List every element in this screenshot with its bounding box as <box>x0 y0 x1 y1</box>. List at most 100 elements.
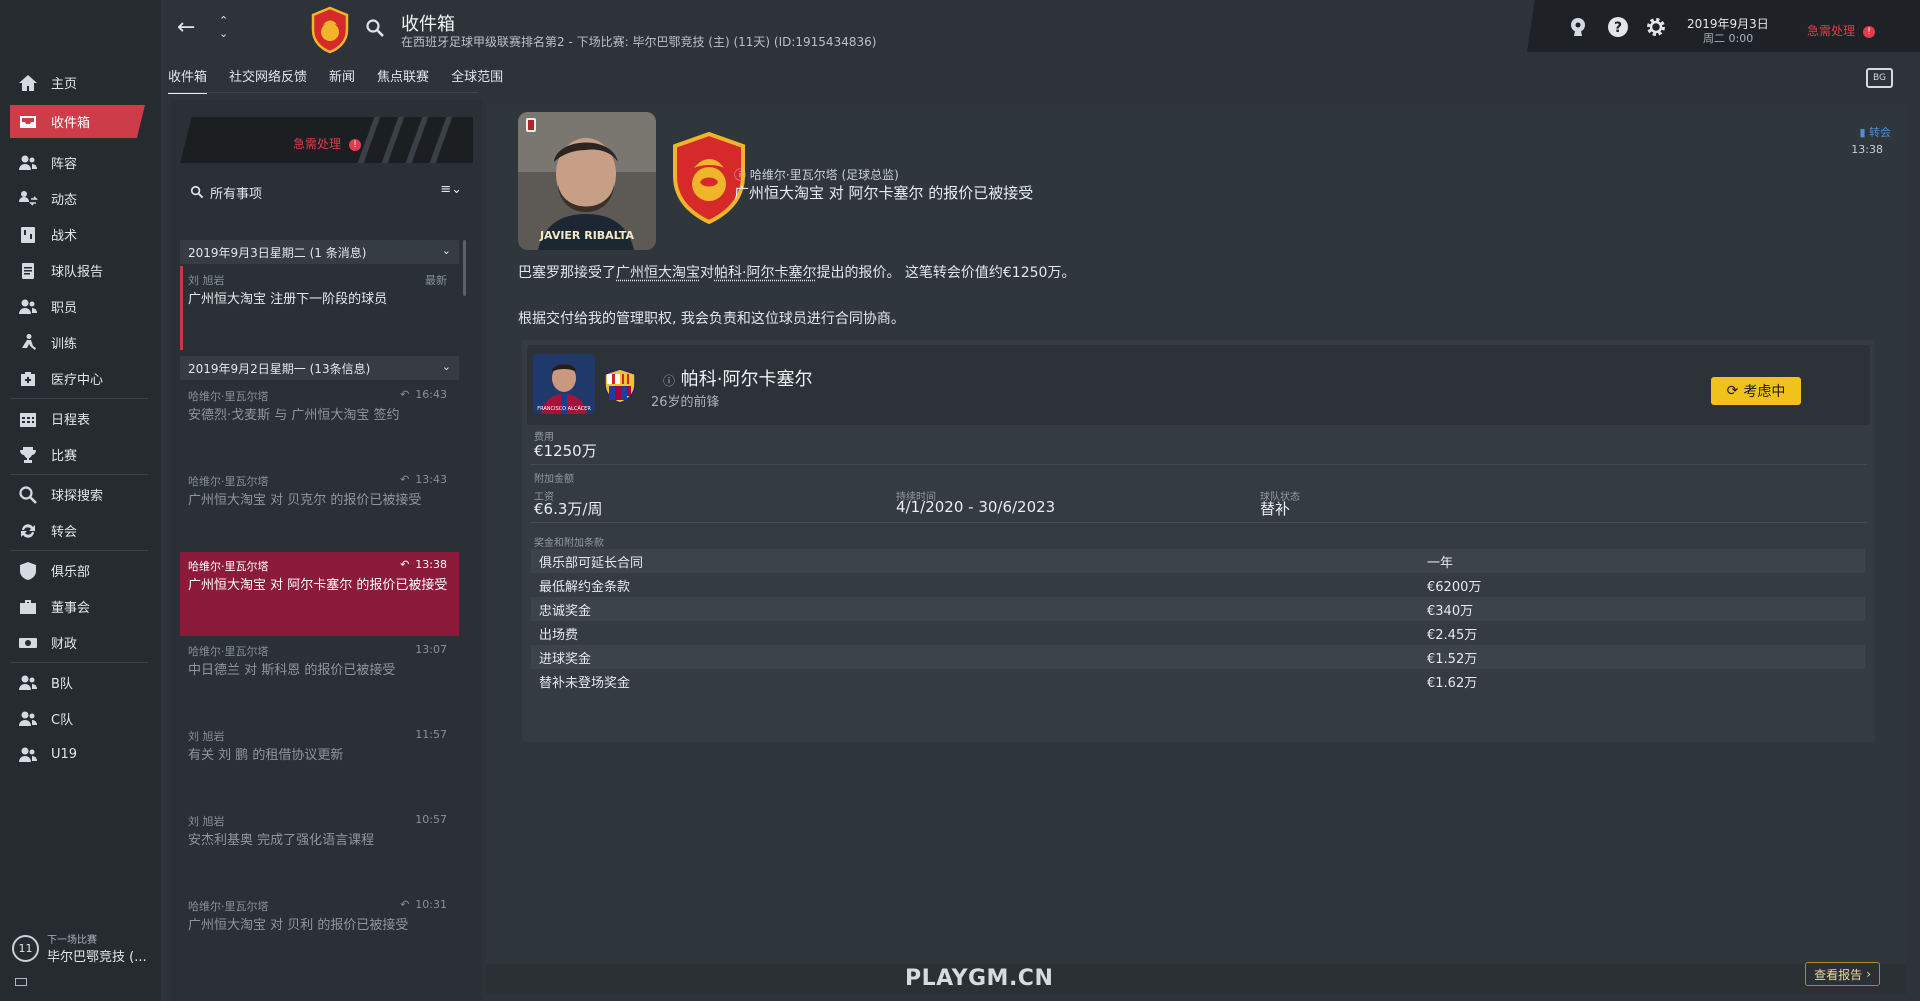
next-match[interactable]: 11 下一场比赛 毕尔巴鄂竞技 (... <box>12 930 157 966</box>
watermark: PLAYGM.CN <box>905 966 1054 991</box>
sender-photo-caption: JAVIER RIBALTA <box>539 229 635 242</box>
sidebar-item-inbox[interactable]: 收件箱 <box>10 105 145 138</box>
sidebar-item-medical[interactable]: 医疗中心 <box>10 362 145 395</box>
table-row: 进球奖金 €1.52万 <box>531 645 1865 669</box>
alert-icon: ! <box>1863 26 1876 38</box>
fcb-crest-icon[interactable] <box>603 368 637 408</box>
list-item[interactable]: 哈维尔·里瓦尔塔 ↶ 10:31 广州恒大淘宝 对 贝利 的报价已被接受 <box>180 892 459 976</box>
trophy-ball-icon[interactable] <box>1567 16 1589 38</box>
sidebar-item-label: B队 <box>51 677 73 692</box>
team-c-icon <box>15 709 41 729</box>
sidebar-item-club[interactable]: 俱乐部 <box>10 554 145 587</box>
sidebar-item-squad[interactable]: 阵容 <box>10 146 145 179</box>
player-header: FRANCISCO ALCÁCER ⓘ 帕科·阿尔卡塞尔 26岁的前锋 ⟳ 考虑中 <box>527 345 1870 425</box>
search-icon <box>190 185 204 199</box>
sender-line[interactable]: ⓘ 哈维尔·里瓦尔塔 (足球总监) <box>734 166 899 183</box>
sender-photo[interactable]: JAVIER RIBALTA <box>518 112 656 250</box>
next-match-label: 下一场比赛 <box>47 935 97 946</box>
sidebar-item-label: 财政 <box>51 637 78 652</box>
list-item[interactable]: 哈维尔·里瓦尔塔 ↶ 13:43 广州恒大淘宝 对 贝克尔 的报价已被接受 <box>180 467 459 551</box>
player-photo[interactable]: FRANCISCO ALCÁCER <box>533 354 595 414</box>
chevron-right-icon: › <box>1866 967 1871 981</box>
inbox-filter[interactable]: 所有事项 ≡⌄ <box>190 180 470 204</box>
staff-icon <box>15 297 41 317</box>
home-icon <box>15 73 41 93</box>
sidebar-item-schedule[interactable]: 日程表 <box>10 402 145 435</box>
training-icon <box>15 333 41 353</box>
list-item[interactable]: 哈维尔·里瓦尔塔 ↶ 16:43 安德烈·戈麦斯 与 广州恒大淘宝 签约 <box>180 382 459 466</box>
tab-news[interactable]: 新闻 <box>329 66 355 94</box>
tag-icon: ▮ <box>1859 126 1866 139</box>
sidebar-item-team-report[interactable]: 球队报告 <box>10 254 145 287</box>
sidebar-item-home[interactable]: 主页 <box>10 66 145 99</box>
player-photo-caption: FRANCISCO ALCÁCER <box>537 406 591 412</box>
message-body-line1: 巴塞罗那接受了广州恒大淘宝对帕科·阿尔卡塞尔提出的报价。 这笔转会价值约€125… <box>518 265 1076 281</box>
tab-social-feedback[interactable]: 社交网络反馈 <box>229 66 307 94</box>
inbox-list-panel: 急需处理! 所有事项 ≡⌄ 2019年9月3日星期二 (1 条消息) ⌄ 刘 旭岩… <box>170 100 482 1001</box>
sidebar-item-label: 球队报告 <box>51 265 104 280</box>
sidebar-item-scouting[interactable]: 球探搜索 <box>10 478 145 511</box>
minimize-icon[interactable] <box>15 978 27 986</box>
player-name[interactable]: ⓘ 帕科·阿尔卡塞尔 <box>663 365 812 391</box>
list-item[interactable]: 刘 旭岩 10:57 安杰利基奥 完成了强化语言课程 <box>180 807 459 891</box>
club-link[interactable]: 广州恒大淘宝 <box>616 265 700 281</box>
search-icon[interactable] <box>365 18 385 42</box>
help-icon[interactable]: ? <box>1607 16 1629 38</box>
list-scrollbar[interactable] <box>463 240 466 296</box>
board-icon <box>15 597 41 617</box>
sidebar-item-board[interactable]: 董事会 <box>10 590 145 623</box>
list-item-selected[interactable]: 哈维尔·里瓦尔塔 ↶ 13:38 广州恒大淘宝 对 阿尔卡塞尔 的报价已被接受 <box>180 552 459 636</box>
table-row: 替补未登场奖金 €1.62万 <box>539 675 1478 691</box>
club-icon <box>15 561 41 581</box>
sidebar-item-label: 日程表 <box>51 413 91 428</box>
current-day-time: 周二 0:00 <box>1703 32 1754 45</box>
list-item[interactable]: 刘 旭岩 11:57 有关 刘 鹏 的租借协议更新 <box>180 722 459 806</box>
sidebar-item-staff[interactable]: 职员 <box>10 290 145 323</box>
sidebar-item-label: 医疗中心 <box>51 373 104 388</box>
list-item[interactable]: 刘 旭岩 最新 广州恒大淘宝 注册下一阶段的球员 <box>180 266 459 350</box>
message-detail: JAVIER RIBALTA ⓘ 哈维尔·里瓦尔塔 (足球总监) 广州恒大淘宝 … <box>486 104 1906 994</box>
sidebar-item-tactics[interactable]: 战术 <box>10 218 145 251</box>
bonus-label: 奖金和附加条款 <box>534 538 604 549</box>
tab-focus-leagues[interactable]: 焦点联赛 <box>377 66 429 94</box>
sidebar-item-u19[interactable]: U19 <box>10 738 145 771</box>
history-updown-icon[interactable]: ⌃ ⌄ <box>219 14 228 40</box>
menu-chevron-icon[interactable]: ≡⌄ <box>440 182 462 197</box>
message-category[interactable]: ▮ 转会 <box>1859 124 1891 140</box>
date-group-header[interactable]: 2019年9月2日星期一 (13条信息) ⌄ <box>180 356 459 380</box>
filter-label: 所有事项 <box>210 187 263 202</box>
duration-value: 4/1/2020 - 30/6/2023 <box>896 498 1056 516</box>
table-row: 忠诚奖金 €340万 <box>531 597 1865 621</box>
top-right-panel: ? 2019年9月3日 周二 0:00 急需处理! <box>1527 0 1920 52</box>
view-report-button[interactable]: 查看报告 › <box>1805 962 1880 986</box>
next-match-days: 11 <box>12 934 39 962</box>
sidebar-item-competitions[interactable]: 比赛 <box>10 438 145 471</box>
back-arrow-icon[interactable]: ← <box>177 15 195 40</box>
sidebar-item-label: 转会 <box>51 525 78 540</box>
sidebar-item-label: 董事会 <box>51 601 91 616</box>
tab-inbox[interactable]: 收件箱 <box>168 66 208 94</box>
sidebar-item-label: 球探搜索 <box>51 489 104 504</box>
sidebar-item-finance[interactable]: 财政 <box>10 626 145 659</box>
transfer-offer-card: FRANCISCO ALCÁCER ⓘ 帕科·阿尔卡塞尔 26岁的前锋 ⟳ 考虑中… <box>522 340 1875 742</box>
chevron-down-icon: ⌄ <box>441 360 451 373</box>
sidebar-item-training[interactable]: 训练 <box>10 326 145 359</box>
sidebar-item-dynamics[interactable]: 动态 <box>10 182 145 215</box>
club-badge-icon[interactable] <box>310 6 350 58</box>
list-item[interactable]: 哈维尔·里瓦尔塔 13:07 中日德兰 对 斯科恩 的报价已被接受 <box>180 637 459 721</box>
urgent-notice[interactable]: 急需处理! <box>1807 22 1876 39</box>
table-row: 最低解约金条款 €6200万 <box>539 579 1482 595</box>
sidebar-item-label: 比赛 <box>51 449 78 464</box>
sidebar-item-team-b[interactable]: B队 <box>10 666 145 699</box>
reply-icon: ↶ <box>400 898 410 911</box>
tab-global[interactable]: 全球范围 <box>451 66 503 94</box>
screen-bg-icon[interactable]: BG <box>1866 68 1893 88</box>
sidebar-item-team-c[interactable]: C队 <box>10 702 145 735</box>
message-headline: 广州恒大淘宝 对 阿尔卡塞尔 的报价已被接受 <box>734 184 1034 202</box>
player-link[interactable]: 帕科·阿尔卡塞尔 <box>714 265 816 281</box>
gear-icon[interactable] <box>1645 16 1667 38</box>
urgent-banner[interactable]: 急需处理! <box>180 117 473 163</box>
sidebar-item-transfers[interactable]: 转会 <box>10 514 145 547</box>
date-group-header[interactable]: 2019年9月3日星期二 (1 条消息) ⌄ <box>180 240 459 264</box>
considering-button[interactable]: ⟳ 考虑中 <box>1711 377 1801 405</box>
